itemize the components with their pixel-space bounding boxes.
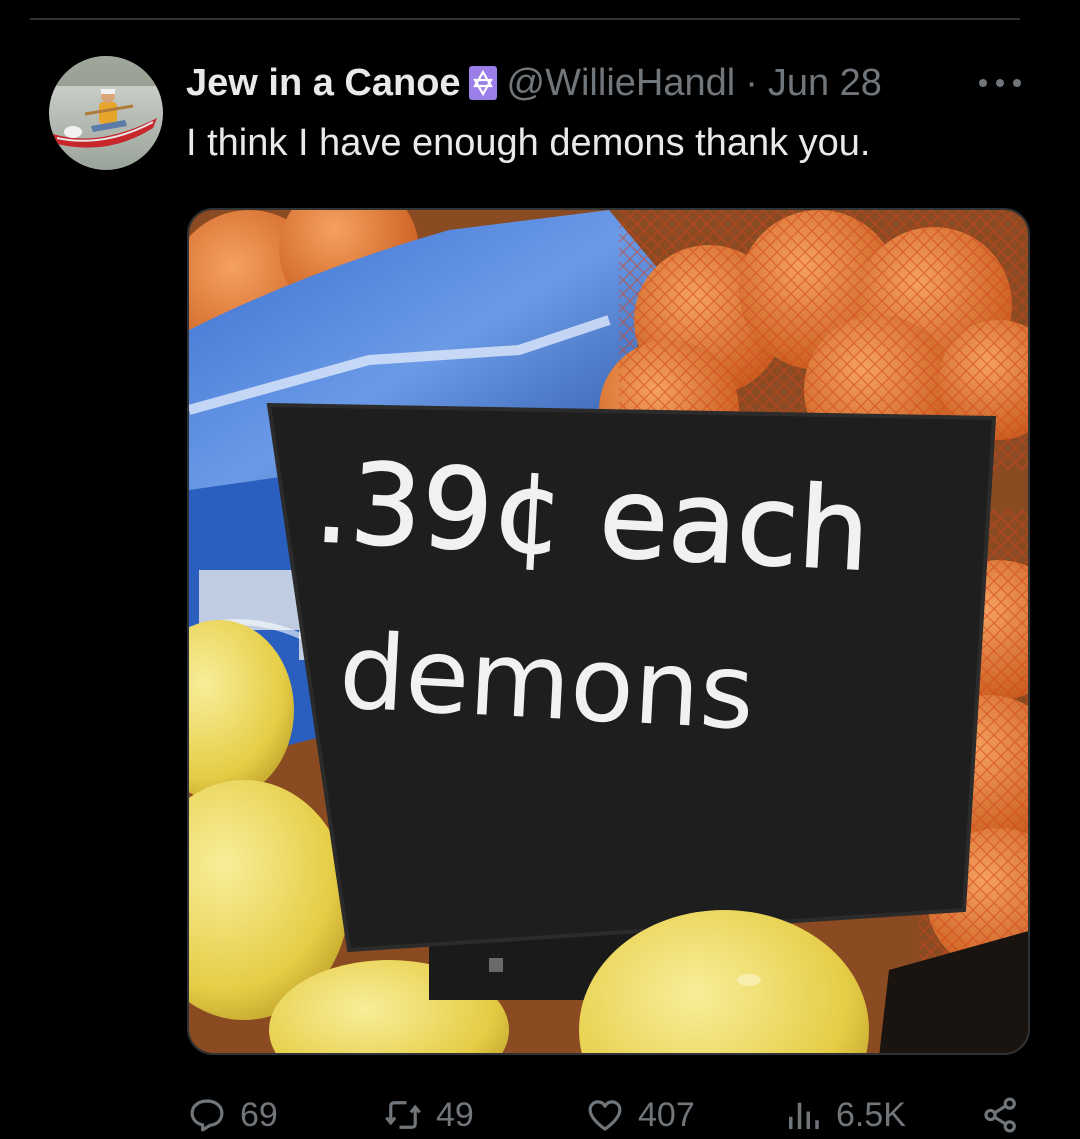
repost-icon [385, 1101, 421, 1129]
tweet-text: I think I have enough demons thank you. [186, 122, 871, 164]
like-button[interactable]: 407 [584, 1092, 695, 1138]
tweet-media[interactable]: .39¢ each demons [187, 208, 1030, 1055]
post-date[interactable]: Jun 28 [768, 62, 882, 105]
canoe-avatar [49, 56, 163, 170]
views-count: 6.5K [836, 1095, 906, 1134]
share-button[interactable] [980, 1092, 1022, 1138]
like-count: 407 [638, 1095, 695, 1134]
avatar[interactable] [49, 56, 163, 170]
header-separator: · [745, 61, 758, 104]
more-dots-icon[interactable] [974, 68, 1026, 98]
views-button[interactable]: 6.5K [782, 1092, 906, 1138]
reply-count: 69 [240, 1095, 278, 1134]
views-icon [789, 1102, 819, 1129]
action-bar: 69 49 407 6.5K [186, 1092, 1036, 1138]
sign-demons-text: demons [336, 610, 757, 754]
top-divider [30, 18, 1020, 20]
tweet-header: Jew in a Canoe @WillieHandl · Jun 28 [186, 60, 882, 106]
heart-icon [588, 1100, 622, 1131]
repost-count: 49 [436, 1095, 474, 1134]
share-icon [984, 1097, 1016, 1133]
repost-button[interactable]: 49 [382, 1092, 474, 1138]
user-handle[interactable]: @WillieHandl [507, 62, 736, 105]
reply-button[interactable]: 69 [186, 1092, 278, 1138]
reply-icon [190, 1099, 224, 1132]
media-image: .39¢ each demons [189, 210, 1028, 1053]
star-of-david-icon [468, 66, 497, 100]
display-name[interactable]: Jew in a Canoe [186, 62, 461, 105]
